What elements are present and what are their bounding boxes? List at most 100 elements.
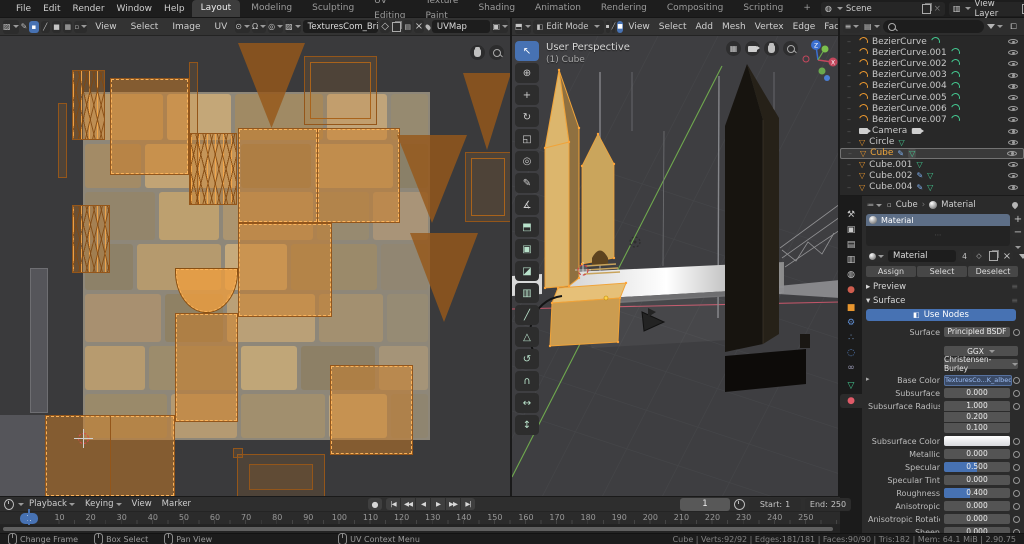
tool-cursor[interactable]: ⊕: [515, 63, 539, 83]
uv-select-island-button[interactable]: ▦: [63, 20, 73, 33]
tab-tool[interactable]: ⚒: [840, 208, 862, 222]
eye-icon[interactable]: [1007, 182, 1019, 193]
outliner-row[interactable]: – BezierCurve.001: [840, 46, 1024, 59]
uv-island[interactable]: [233, 448, 243, 458]
editor-divider[interactable]: [840, 195, 1024, 196]
eye-icon[interactable]: [1007, 47, 1019, 58]
zoom-view-button[interactable]: [783, 41, 798, 56]
keyframe-dot[interactable]: [1013, 390, 1020, 397]
tool-scale[interactable]: ◱: [515, 129, 539, 149]
play-reverse-button[interactable]: ◀: [416, 498, 430, 510]
remove-slot-button[interactable]: −: [1012, 227, 1024, 238]
record-button[interactable]: ●: [368, 498, 382, 510]
eye-icon[interactable]: [1006, 148, 1018, 159]
value-slider[interactable]: 0.000: [944, 501, 1010, 511]
uv-island[interactable]: [249, 464, 313, 490]
eye-icon[interactable]: [1007, 92, 1019, 103]
outliner-row-active[interactable]: – ▽ Cube ✎ ▽: [840, 147, 1024, 160]
uv-select-edge-button[interactable]: ╱: [40, 20, 50, 33]
workspace-tab-compositing[interactable]: Compositing: [658, 0, 732, 17]
end-frame-field[interactable]: End: 250: [805, 497, 851, 511]
start-frame-field[interactable]: Start: 1: [749, 497, 801, 511]
outliner-row[interactable]: – BezierCurve.004: [840, 80, 1024, 93]
edge-select-button[interactable]: ╱: [611, 20, 616, 33]
keyframe-dot[interactable]: [1013, 377, 1020, 384]
eye-icon[interactable]: [1007, 114, 1019, 125]
tool-knife[interactable]: ╱: [515, 305, 539, 325]
uv-island[interactable]: [58, 103, 67, 178]
keyframe-dot[interactable]: [1013, 329, 1020, 336]
eye-icon[interactable]: [1007, 36, 1019, 47]
subsurface-method-dropdown[interactable]: Christensen-Burley: [944, 355, 1018, 373]
tab-physics[interactable]: ◌: [840, 346, 862, 360]
eye-icon[interactable]: [1007, 103, 1019, 114]
menu-window[interactable]: Window: [111, 0, 159, 18]
v3d-menu-add[interactable]: Add: [692, 18, 716, 35]
eye-icon[interactable]: [1007, 58, 1019, 69]
tab-view-layer[interactable]: ▥: [840, 253, 862, 267]
outliner-row[interactable]: – BezierCurve.002: [840, 57, 1024, 70]
v3d-menu-mesh[interactable]: Mesh: [718, 18, 749, 35]
tool-measure[interactable]: ∡: [515, 195, 539, 215]
tab-object-data[interactable]: ▽: [840, 379, 862, 393]
pan-view-button[interactable]: [764, 41, 779, 56]
uv-island[interactable]: [465, 152, 511, 222]
prev-keyframe-button[interactable]: ◀◀: [401, 498, 415, 510]
uv-pan-button[interactable]: [470, 45, 485, 60]
toggle-ortho-button[interactable]: ▦: [726, 41, 741, 56]
editor-type-timeline-button[interactable]: [4, 498, 24, 510]
tab-scene[interactable]: ◍: [840, 268, 862, 282]
auto-keyframe-clock-icon[interactable]: [734, 498, 745, 510]
value-slider[interactable]: 0.400: [944, 488, 1010, 498]
tab-constraints[interactable]: ∞: [840, 361, 862, 375]
outliner-filter-id-button[interactable]: ▤: [862, 20, 881, 33]
workspace-tab-rendering[interactable]: Rendering: [592, 0, 656, 17]
fake-user-shield-icon[interactable]: ◇: [380, 20, 390, 33]
use-nodes-button[interactable]: ◧ Use Nodes: [866, 309, 1016, 321]
panel-preview[interactable]: ▸ Preview: [866, 282, 906, 292]
tool-loop-cut[interactable]: ▥: [515, 283, 539, 303]
outliner-row[interactable]: – BezierCurve.007: [840, 113, 1024, 126]
pivot-point-button[interactable]: ⊙: [235, 20, 250, 33]
tab-material[interactable]: ●: [840, 394, 862, 408]
jump-to-start-button[interactable]: |◀: [386, 498, 400, 510]
workspace-tab-scripting[interactable]: Scripting: [734, 0, 792, 17]
uv-island[interactable]: [238, 128, 318, 223]
tab-modifiers[interactable]: ⚙: [840, 316, 862, 330]
uvmap-field[interactable]: UVMap: [431, 20, 491, 33]
current-frame-field[interactable]: 1: [680, 497, 730, 511]
surface-shader-dropdown[interactable]: Principled BSDF: [944, 327, 1010, 337]
uv-island[interactable]: [175, 313, 238, 422]
uv-menu-view[interactable]: View: [89, 18, 122, 35]
uv-island-unselected[interactable]: [0, 415, 45, 497]
properties-display-button[interactable]: ≔: [866, 199, 883, 211]
base-color-texture-field[interactable]: TexturesCo...K_albedo.tif: [944, 375, 1012, 386]
uv-2d-cursor[interactable]: [74, 429, 93, 448]
eye-icon[interactable]: [1007, 126, 1019, 137]
new-image-icon[interactable]: [391, 20, 401, 33]
tool-shrink-fatten[interactable]: ↕: [515, 415, 539, 435]
timeline-menu-view[interactable]: View: [127, 499, 157, 509]
workspace-tab-shading[interactable]: Shading: [469, 0, 524, 17]
deselect-button[interactable]: Deselect: [968, 266, 1018, 277]
menu-render[interactable]: Render: [67, 0, 111, 18]
tool-transform[interactable]: ◎: [515, 151, 539, 171]
timeline-scrollbar[interactable]: [0, 525, 840, 533]
pin-icon[interactable]: [424, 22, 432, 31]
add-slot-button[interactable]: +: [1012, 214, 1024, 225]
navigation-gizmo[interactable]: Z X: [798, 38, 838, 82]
tool-move[interactable]: +: [515, 85, 539, 105]
open-image-icon[interactable]: ▤: [402, 20, 413, 33]
tool-edge-slide[interactable]: ↔: [515, 393, 539, 413]
v3d-menu-vertex[interactable]: Vertex: [751, 18, 787, 35]
workspace-tab-layout[interactable]: Layout: [191, 0, 241, 17]
keyframe-dot[interactable]: [1013, 403, 1020, 410]
tool-select-box[interactable]: ↖: [515, 41, 539, 61]
editor-divider[interactable]: [838, 18, 840, 497]
new-collection-button[interactable]: ⧠: [1006, 20, 1021, 33]
keyframe-dot[interactable]: [1013, 438, 1020, 445]
assign-button[interactable]: Assign: [866, 266, 916, 277]
viewport-canvas[interactable]: ↖ ⊕ + ↻ ◱ ◎ ✎ ∡ ⬒ ▣ ◪ ▥ ╱ △ ↺ ∩ ↔ ↕ User…: [512, 36, 840, 497]
tab-render[interactable]: ▣: [840, 223, 862, 237]
eye-icon[interactable]: [1007, 70, 1019, 81]
